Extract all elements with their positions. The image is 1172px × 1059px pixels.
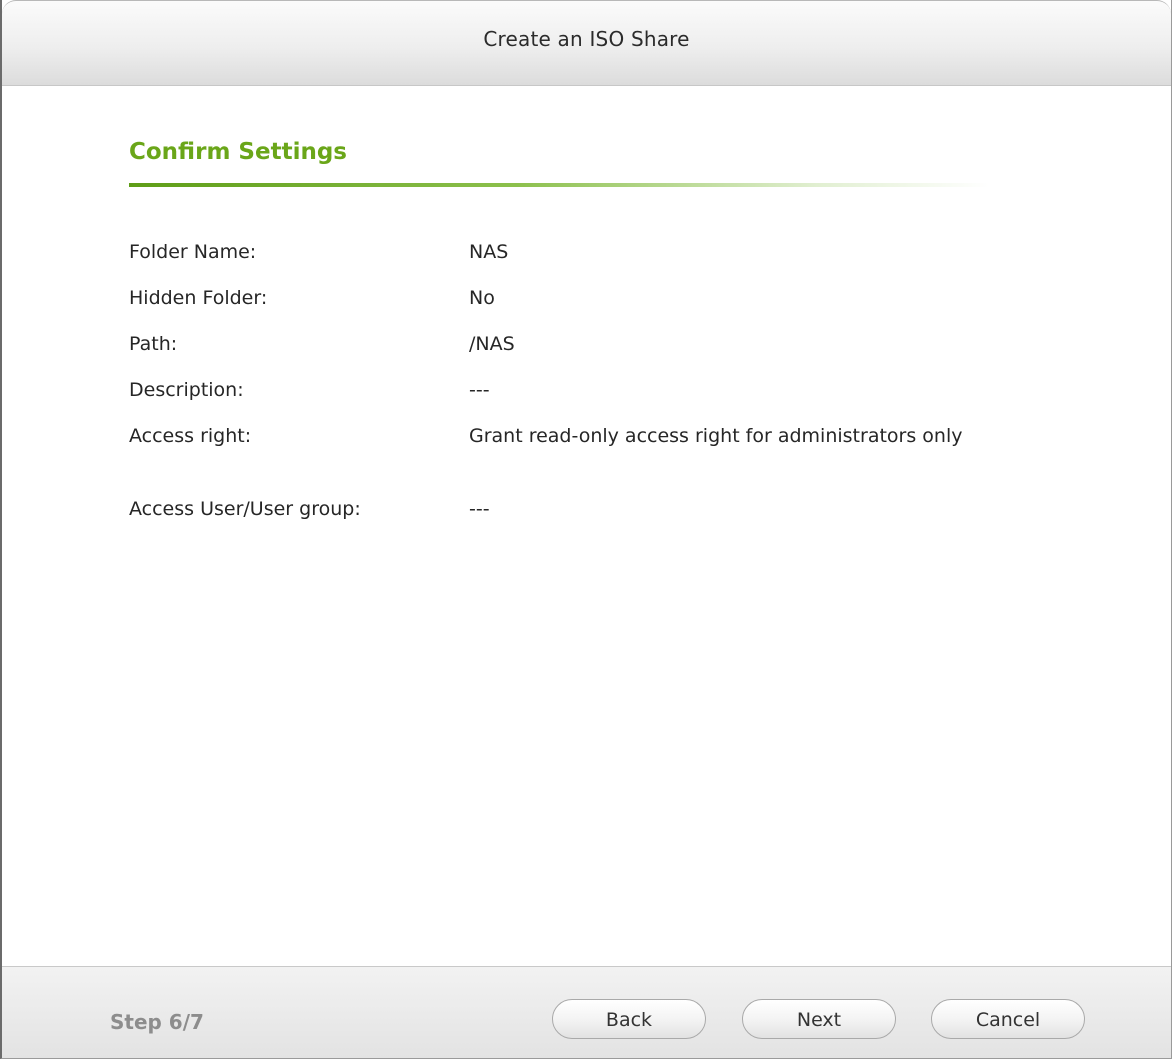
setting-row-description: Description: --- xyxy=(129,379,1029,425)
back-button[interactable]: Back xyxy=(552,999,706,1039)
setting-label: Folder Name: xyxy=(129,241,257,263)
step-indicator: Step 6/7 xyxy=(110,1010,204,1034)
setting-row-folder-name: Folder Name: NAS xyxy=(129,241,1029,287)
setting-row-access-right: Access right: Grant read-only access rig… xyxy=(129,425,1029,498)
setting-label: Access User/User group: xyxy=(129,498,361,520)
setting-value: --- xyxy=(469,498,490,520)
setting-label: Hidden Folder: xyxy=(129,287,268,309)
section-title: Confirm Settings xyxy=(129,139,347,165)
setting-label: Description: xyxy=(129,379,244,401)
setting-value: No xyxy=(469,287,495,309)
dialog-content: Confirm Settings Folder Name: NAS Hidden… xyxy=(2,86,1171,967)
setting-value: /NAS xyxy=(469,333,515,355)
create-iso-share-dialog: Create an ISO Share Confirm Settings Fol… xyxy=(0,0,1172,1059)
section-divider xyxy=(129,183,989,187)
next-button[interactable]: Next xyxy=(742,999,896,1039)
settings-summary: Folder Name: NAS Hidden Folder: No Path:… xyxy=(129,241,1029,544)
dialog-titlebar: Create an ISO Share xyxy=(2,0,1171,86)
setting-row-access-user: Access User/User group: --- xyxy=(129,498,1029,544)
dialog-footer: Step 6/7 Back Next Cancel xyxy=(2,966,1171,1058)
setting-label: Path: xyxy=(129,333,178,355)
dialog-title: Create an ISO Share xyxy=(483,27,690,51)
setting-value: NAS xyxy=(469,241,509,263)
setting-value: Grant read-only access right for adminis… xyxy=(469,425,963,447)
setting-row-hidden-folder: Hidden Folder: No xyxy=(129,287,1029,333)
setting-value: --- xyxy=(469,379,490,401)
cancel-button[interactable]: Cancel xyxy=(931,999,1085,1039)
setting-label: Access right: xyxy=(129,425,252,447)
setting-row-path: Path: /NAS xyxy=(129,333,1029,379)
